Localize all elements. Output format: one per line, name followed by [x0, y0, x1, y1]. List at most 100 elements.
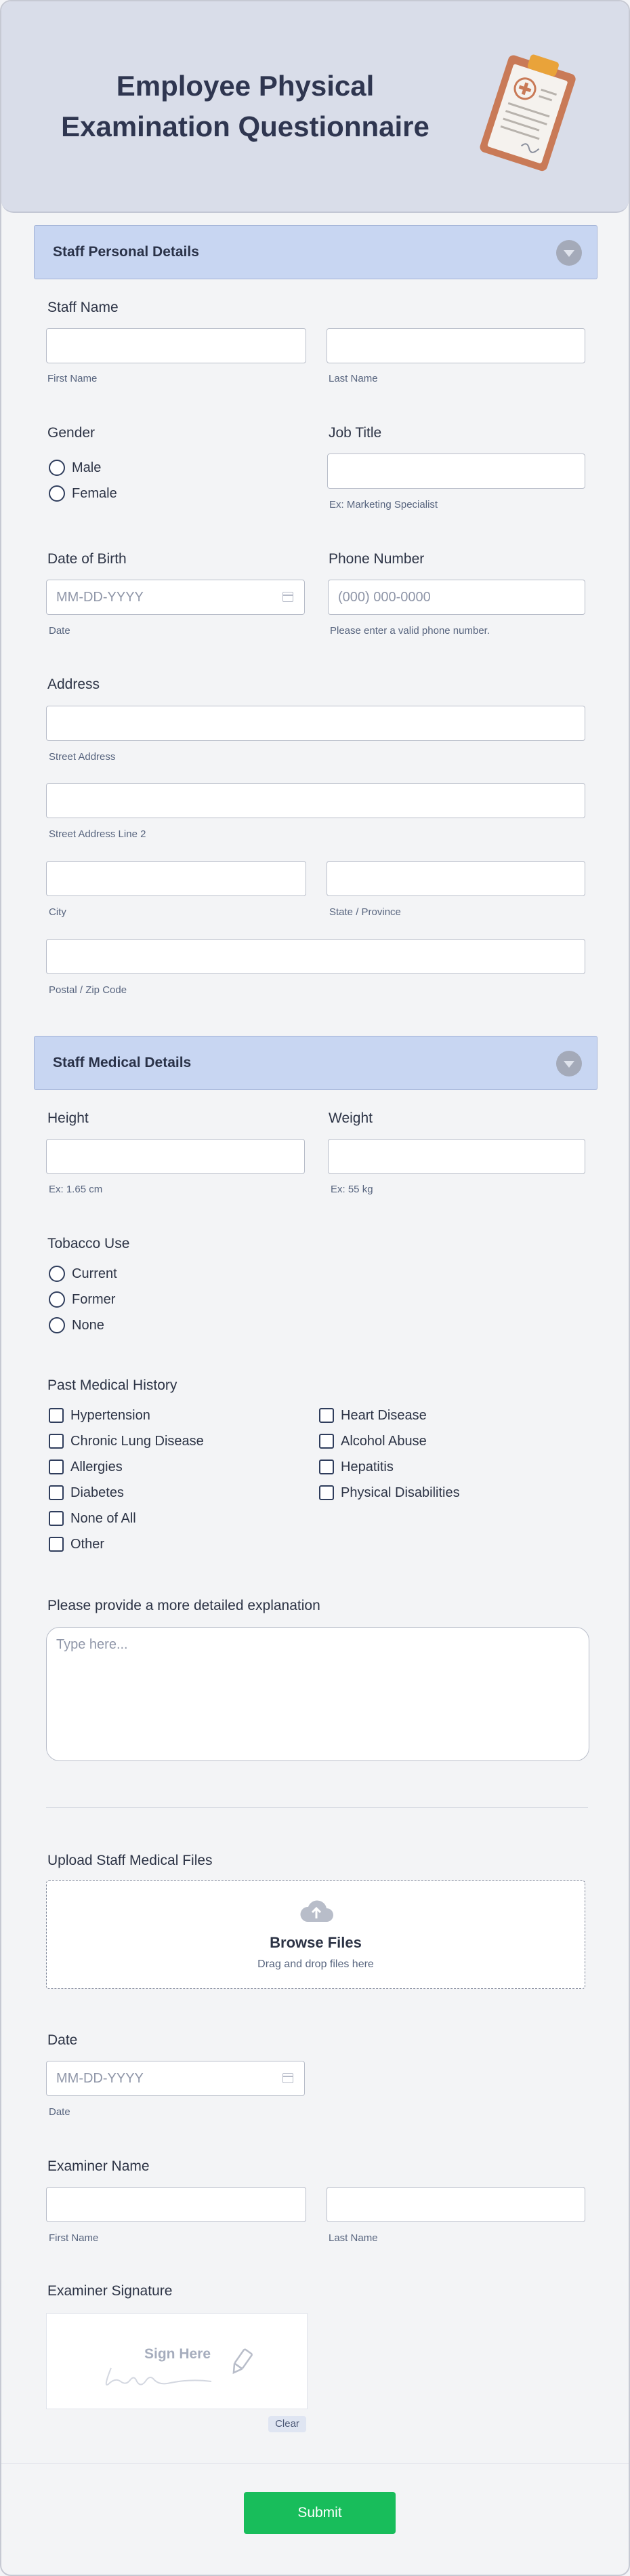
signature-pad[interactable]: Sign Here [46, 2313, 308, 2409]
history-option-chronic-lung-disease[interactable]: Chronic Lung Disease [49, 1432, 204, 1451]
history-option-other[interactable]: Other [49, 1535, 104, 1554]
option-label: None of All [70, 1510, 136, 1526]
history-option-hepatitis[interactable]: Hepatitis [319, 1457, 394, 1476]
checkbox[interactable] [49, 1511, 64, 1526]
phone-sublabel: Please enter a valid phone number. [330, 625, 490, 637]
staff-first-name-input[interactable] [46, 328, 306, 363]
checkbox[interactable] [49, 1485, 64, 1500]
option-label: Other [70, 1536, 105, 1552]
radio-button[interactable] [49, 485, 65, 502]
checkbox[interactable] [319, 1408, 334, 1423]
address-label: Address [47, 677, 100, 692]
pen-icon [232, 2348, 253, 2375]
form-header: Employee Physical Examination Questionna… [1, 1, 629, 213]
upload-label: Upload Staff Medical Files [47, 1853, 213, 1868]
explanation-label: Please provide a more detailed explanati… [47, 1598, 320, 1613]
history-option-diabetes[interactable]: Diabetes [49, 1483, 124, 1502]
clear-signature-button[interactable]: Clear [268, 2416, 306, 2432]
signature-label: Examiner Signature [47, 2283, 173, 2299]
gender-option-female[interactable]: Female [49, 484, 117, 503]
street-address-sublabel: Street Address [49, 751, 116, 763]
checkbox[interactable] [49, 1434, 64, 1449]
section-personal-details[interactable]: Staff Personal Details [34, 225, 597, 279]
option-label: Alcohol Abuse [341, 1433, 427, 1449]
tobacco-option-former[interactable]: Former [49, 1290, 115, 1309]
form-card: Employee Physical Examination Questionna… [0, 0, 630, 2576]
collapse-toggle-icon[interactable] [556, 1051, 582, 1076]
medical-history-label: Past Medical History [47, 1377, 177, 1393]
history-option-allergies[interactable]: Allergies [49, 1457, 123, 1476]
option-label: Hepatitis [341, 1459, 394, 1474]
job-title-input[interactable] [327, 454, 585, 489]
first-name-sublabel: First Name [47, 373, 98, 384]
tobacco-option-none[interactable]: None [49, 1316, 104, 1335]
checkbox[interactable] [49, 1537, 64, 1552]
phone-label: Phone Number [329, 551, 425, 567]
height-label: Height [47, 1110, 89, 1126]
submit-button[interactable]: Submit [244, 2492, 396, 2534]
job-title-label: Job Title [329, 425, 382, 441]
section-medical-details[interactable]: Staff Medical Details [34, 1036, 597, 1090]
footer-divider [1, 2463, 629, 2464]
option-label: Chronic Lung Disease [70, 1433, 204, 1449]
gender-label: Gender [47, 425, 96, 441]
dob-input[interactable] [46, 580, 305, 615]
browse-files-button[interactable]: Browse Files [47, 1934, 585, 1952]
examiner-first-name-input[interactable] [46, 2187, 306, 2222]
last-name-sublabel: Last Name [329, 2232, 378, 2244]
job-title-sublabel: Ex: Marketing Specialist [329, 499, 438, 510]
checkbox[interactable] [319, 1460, 334, 1474]
radio-button[interactable] [49, 460, 65, 476]
history-option-physical-disabilities[interactable]: Physical Disabilities [319, 1483, 460, 1502]
option-label: Heart Disease [341, 1407, 427, 1423]
exam-date-label: Date [47, 2032, 78, 2048]
calendar-icon[interactable] [282, 2073, 293, 2083]
history-option-alcohol-abuse[interactable]: Alcohol Abuse [319, 1432, 427, 1451]
option-label: None [72, 1317, 104, 1333]
option-label: Male [72, 460, 102, 475]
file-upload-dropzone[interactable]: Browse Files Drag and drop files here [46, 1880, 585, 1989]
city-sublabel: City [49, 906, 66, 918]
state-input[interactable] [327, 861, 585, 896]
postal-code-input[interactable] [46, 939, 585, 974]
checkbox[interactable] [49, 1408, 64, 1423]
tobacco-option-current[interactable]: Current [49, 1264, 117, 1283]
option-label: Current [72, 1266, 117, 1281]
option-label: Female [72, 485, 117, 501]
first-name-sublabel: First Name [49, 2232, 99, 2244]
checkbox[interactable] [49, 1460, 64, 1474]
checkbox[interactable] [319, 1434, 334, 1449]
exam-date-input[interactable] [46, 2061, 305, 2096]
form-title: Employee Physical Examination Questionna… [61, 70, 429, 142]
option-label: Hypertension [70, 1407, 150, 1423]
option-label: Physical Disabilities [341, 1485, 460, 1500]
street-address-line2-input[interactable] [46, 783, 585, 818]
checkbox[interactable] [319, 1485, 334, 1500]
staff-name-label: Staff Name [47, 300, 119, 315]
weight-input[interactable] [328, 1139, 585, 1174]
collapse-toggle-icon[interactable] [556, 240, 582, 266]
calendar-icon[interactable] [282, 592, 293, 602]
radio-button[interactable] [49, 1317, 65, 1333]
option-label: Allergies [70, 1459, 123, 1474]
city-input[interactable] [46, 861, 306, 896]
height-input[interactable] [46, 1139, 305, 1174]
explanation-textarea[interactable]: Type here... [46, 1627, 589, 1761]
sign-here-hint: Sign Here [144, 2346, 211, 2362]
gender-option-male[interactable]: Male [49, 458, 101, 477]
history-option-hypertension[interactable]: Hypertension [49, 1406, 150, 1425]
phone-input[interactable] [328, 580, 585, 615]
history-option-heart-disease[interactable]: Heart Disease [319, 1406, 427, 1425]
weight-sublabel: Ex: 55 kg [331, 1184, 373, 1195]
street-address-input[interactable] [46, 706, 585, 741]
history-option-none-of-all[interactable]: None of All [49, 1509, 136, 1528]
radio-button[interactable] [49, 1291, 65, 1308]
state-sublabel: State / Province [329, 906, 401, 918]
last-name-sublabel: Last Name [329, 373, 378, 384]
staff-last-name-input[interactable] [327, 328, 585, 363]
examiner-last-name-input[interactable] [327, 2187, 585, 2222]
dob-sublabel: Date [49, 625, 70, 637]
option-label: Diabetes [70, 1485, 124, 1500]
textarea-placeholder: Type here... [56, 1637, 128, 1652]
radio-button[interactable] [49, 1266, 65, 1282]
